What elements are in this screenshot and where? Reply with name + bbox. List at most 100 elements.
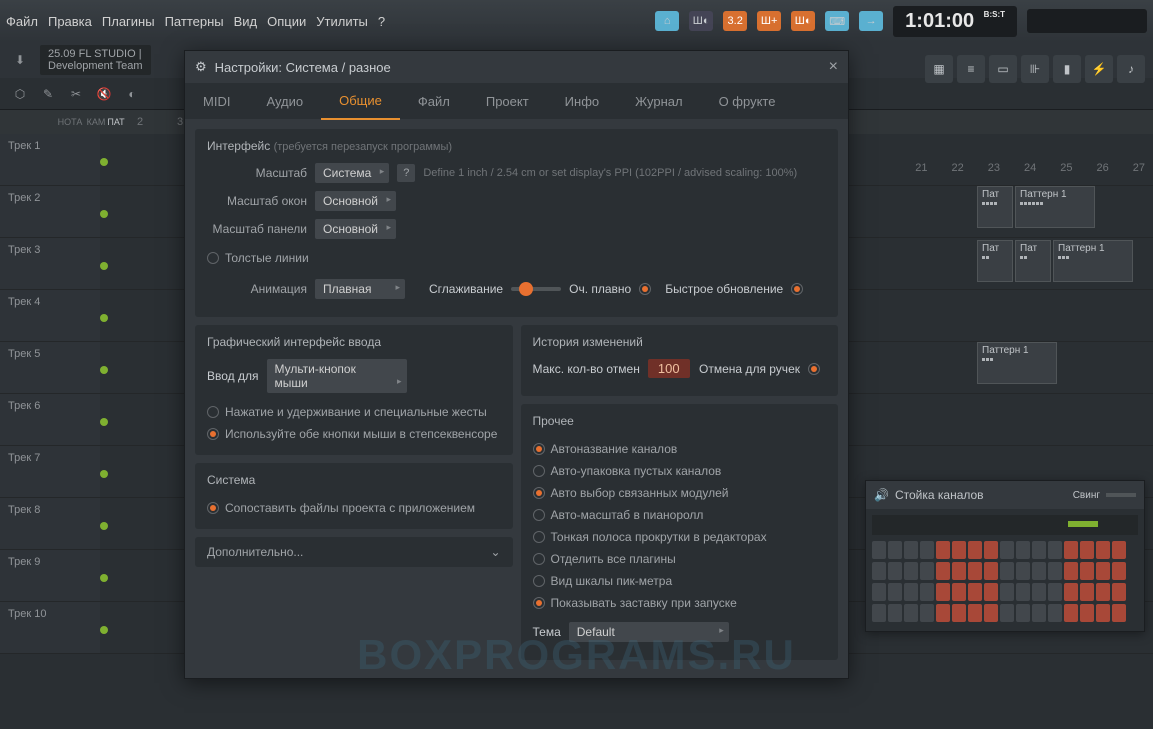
- mute-icon[interactable]: 🔇: [92, 82, 116, 106]
- step-button[interactable]: [1016, 604, 1030, 622]
- save-icon[interactable]: ⬇: [8, 48, 32, 72]
- theme-dropdown[interactable]: Default: [569, 622, 729, 642]
- step-button[interactable]: [888, 604, 902, 622]
- step-button[interactable]: [872, 583, 886, 601]
- step-button[interactable]: [1016, 541, 1030, 559]
- panel-scale-dropdown[interactable]: Основной: [315, 219, 396, 239]
- step-button[interactable]: [1112, 604, 1126, 622]
- menu-plugins[interactable]: Плагины: [102, 14, 155, 29]
- input-for-dropdown[interactable]: Мульти-кнопок мыши: [267, 359, 407, 393]
- track-label[interactable]: Трек 9: [0, 550, 100, 601]
- extra-section[interactable]: Дополнительно... ⌄: [195, 537, 513, 567]
- step-button[interactable]: [1112, 541, 1126, 559]
- pattern-block[interactable]: Паттерн 1: [977, 342, 1057, 384]
- step-button[interactable]: [984, 604, 998, 622]
- step-button[interactable]: [952, 562, 966, 580]
- step-button[interactable]: [952, 541, 966, 559]
- step-button[interactable]: [1080, 562, 1094, 580]
- step-button[interactable]: [904, 604, 918, 622]
- step-button[interactable]: [872, 541, 886, 559]
- slip-icon[interactable]: ◐: [120, 82, 144, 106]
- step-button[interactable]: [872, 562, 886, 580]
- track-mute-dot[interactable]: [100, 158, 108, 166]
- pattern-block[interactable]: Паттерн 1: [1015, 186, 1095, 228]
- menu-options[interactable]: Опции: [267, 14, 306, 29]
- step-button[interactable]: [1064, 562, 1078, 580]
- pattern-block[interactable]: Паттерн 1: [1053, 240, 1133, 282]
- step-button[interactable]: [1096, 604, 1110, 622]
- ultra-smooth-toggle[interactable]: [639, 283, 651, 295]
- track-label[interactable]: Трек 7: [0, 446, 100, 497]
- step-button[interactable]: [968, 562, 982, 580]
- step-button[interactable]: [1032, 562, 1046, 580]
- time-display[interactable]: 1:01:00 B:S:T: [893, 6, 1017, 37]
- step-button[interactable]: [888, 562, 902, 580]
- help-button[interactable]: ?: [397, 164, 415, 182]
- pattern-block[interactable]: Пат: [1015, 240, 1051, 282]
- step-button[interactable]: [888, 583, 902, 601]
- thick-lines-toggle[interactable]: Толстые линии: [207, 247, 826, 269]
- step-button[interactable]: [1016, 583, 1030, 601]
- step-button[interactable]: [1080, 541, 1094, 559]
- track-mute-dot[interactable]: [100, 470, 108, 478]
- cut-icon[interactable]: ✂: [64, 82, 88, 106]
- splash-toggle[interactable]: Показывать заставку при запуске: [533, 592, 827, 614]
- track-label[interactable]: Трек 4: [0, 290, 100, 341]
- auto-select-toggle[interactable]: Авто выбор связанных модулей: [533, 482, 827, 504]
- tab-general[interactable]: Общие: [321, 83, 400, 120]
- step-button[interactable]: [1096, 583, 1110, 601]
- menu-file[interactable]: Файл: [6, 14, 38, 29]
- step-button[interactable]: [1064, 583, 1078, 601]
- hold-gestures-toggle[interactable]: Нажатие и удерживание и специальные жест…: [207, 401, 501, 423]
- step-button[interactable]: [1112, 583, 1126, 601]
- playlist-icon[interactable]: ▦: [925, 55, 953, 83]
- close-icon[interactable]: ×: [829, 58, 838, 76]
- tab-log[interactable]: Журнал: [617, 84, 700, 119]
- window-scale-dropdown[interactable]: Основной: [315, 191, 396, 211]
- rack-title-bar[interactable]: 🔊 Стойка каналов Свинг: [866, 481, 1144, 509]
- step-button[interactable]: [920, 583, 934, 601]
- mixer-icon[interactable]: ⊪: [1021, 55, 1049, 83]
- step-button[interactable]: [1032, 604, 1046, 622]
- scale-dropdown[interactable]: Система: [315, 163, 389, 183]
- piano-icon[interactable]: ≡: [957, 55, 985, 83]
- step-button[interactable]: [1096, 562, 1110, 580]
- tool-count[interactable]: Ш◐: [791, 11, 815, 31]
- step-button[interactable]: [968, 583, 982, 601]
- step-button[interactable]: [872, 604, 886, 622]
- browser-icon[interactable]: ▮: [1053, 55, 1081, 83]
- step-button[interactable]: [904, 562, 918, 580]
- step-button[interactable]: [984, 541, 998, 559]
- pattern-block[interactable]: Пат: [977, 240, 1013, 282]
- menu-patterns[interactable]: Паттерны: [165, 14, 224, 29]
- step-button[interactable]: [1032, 583, 1046, 601]
- track-label[interactable]: Трек 1: [0, 134, 100, 185]
- step-button[interactable]: [936, 604, 950, 622]
- step-button[interactable]: [920, 604, 934, 622]
- tool-wait[interactable]: Ш◐: [689, 11, 713, 31]
- step-button[interactable]: [1000, 562, 1014, 580]
- both-buttons-toggle[interactable]: Используйте обе кнопки мыши в степсеквен…: [207, 423, 501, 445]
- track-label[interactable]: Трек 10: [0, 602, 100, 653]
- magnet-icon[interactable]: ⬡: [8, 82, 32, 106]
- tab-info[interactable]: Инфо: [547, 84, 617, 119]
- peak-scale-toggle[interactable]: Вид шкалы пик-метра: [533, 570, 827, 592]
- track-label[interactable]: Трек 5: [0, 342, 100, 393]
- track-mute-dot[interactable]: [100, 418, 108, 426]
- track-mute-dot[interactable]: [100, 522, 108, 530]
- tool-metronome[interactable]: ⌂: [655, 11, 679, 31]
- step-button[interactable]: [1112, 562, 1126, 580]
- track-mute-dot[interactable]: [100, 262, 108, 270]
- step-button[interactable]: [1032, 541, 1046, 559]
- step-button[interactable]: [984, 583, 998, 601]
- tool-rec[interactable]: →: [859, 11, 883, 31]
- track-mute-dot[interactable]: [100, 574, 108, 582]
- channel-icon[interactable]: ▭: [989, 55, 1017, 83]
- track-label[interactable]: Трек 2: [0, 186, 100, 237]
- tool-sync[interactable]: Ш+: [757, 11, 781, 31]
- step-button[interactable]: [1080, 604, 1094, 622]
- step-button[interactable]: [1000, 583, 1014, 601]
- step-button[interactable]: [968, 541, 982, 559]
- step-button[interactable]: [920, 541, 934, 559]
- swing-knob[interactable]: [1106, 493, 1136, 497]
